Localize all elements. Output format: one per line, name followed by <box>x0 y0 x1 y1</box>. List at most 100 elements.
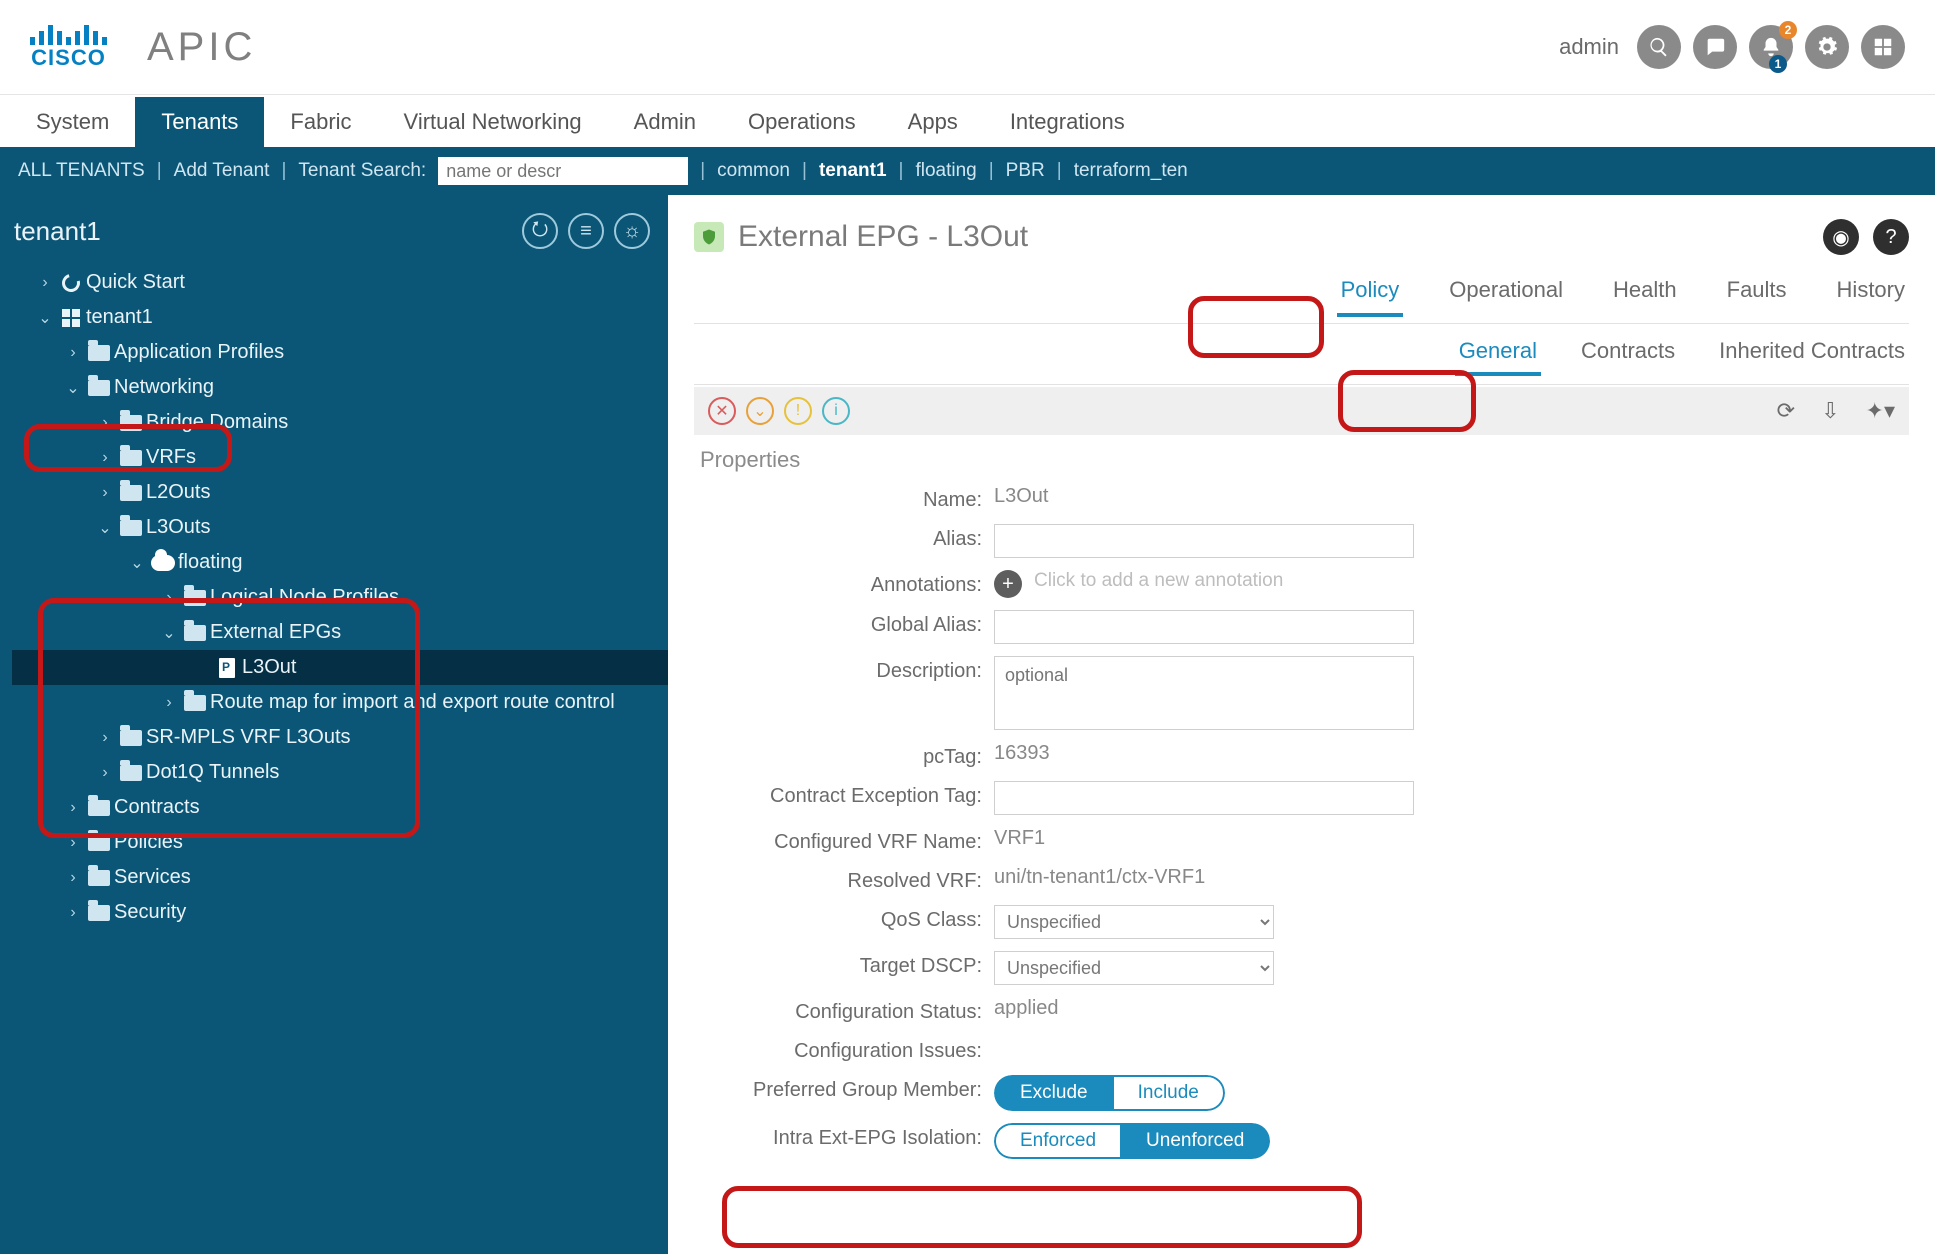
alert-badge-blue: 1 <box>1769 55 1787 73</box>
tree-l3out-leaf[interactable]: L3Out <box>12 650 668 685</box>
lbl-configured-vrf: Configured VRF Name: <box>694 827 994 854</box>
pill-include[interactable]: Include <box>1112 1075 1225 1111</box>
subnav-all-tenants[interactable]: ALL TENANTS <box>18 160 145 182</box>
add-annotation-button[interactable]: + <box>994 570 1022 598</box>
tree-l2outs[interactable]: ›L2Outs <box>12 475 668 510</box>
input-description[interactable] <box>994 656 1414 730</box>
nav-fabric[interactable]: Fabric <box>264 97 377 147</box>
refresh-icon[interactable]: ⟳ <box>1777 398 1795 424</box>
folder-icon <box>184 695 206 711</box>
tools-icon[interactable]: ✦▾ <box>1866 398 1895 424</box>
tab-operational[interactable]: Operational <box>1445 271 1567 317</box>
status-minor-icon[interactable]: ! <box>784 397 812 425</box>
tree-contracts[interactable]: ›Contracts <box>12 790 668 825</box>
tab-contracts[interactable]: Contracts <box>1577 334 1679 376</box>
tree-sr-mpls[interactable]: ›SR-MPLS VRF L3Outs <box>12 720 668 755</box>
current-user[interactable]: admin <box>1559 34 1619 60</box>
tab-faults[interactable]: Faults <box>1723 271 1791 317</box>
folder-icon <box>184 590 206 606</box>
lbl-config-issues: Configuration Issues: <box>694 1036 994 1063</box>
nav-virtual-networking[interactable]: Virtual Networking <box>378 97 608 147</box>
toggle-preferred-group: Exclude Include <box>994 1075 1225 1111</box>
tree-external-epgs[interactable]: ⌄External EPGs <box>12 615 668 650</box>
download-icon[interactable]: ⇩ <box>1821 398 1839 424</box>
help-icon[interactable]: ? <box>1873 219 1909 255</box>
search-icon[interactable] <box>1637 25 1681 69</box>
nav-apps[interactable]: Apps <box>882 97 984 147</box>
tree-quick-start[interactable]: ›Quick Start <box>12 265 668 300</box>
nav-system[interactable]: System <box>10 97 135 147</box>
input-global-alias[interactable] <box>994 610 1414 644</box>
tree-dot1q[interactable]: ›Dot1Q Tunnels <box>12 755 668 790</box>
val-config-status: applied <box>994 997 1059 1020</box>
tree-app-profiles[interactable]: ›Application Profiles <box>12 335 668 370</box>
folder-icon <box>88 870 110 886</box>
shield-icon <box>694 222 724 252</box>
folder-icon <box>120 765 142 781</box>
select-dscp[interactable]: Unspecified <box>994 951 1274 985</box>
product-title: APIC <box>147 25 256 70</box>
tab-general[interactable]: General <box>1455 334 1541 376</box>
tab-health[interactable]: Health <box>1609 271 1681 317</box>
tree-security[interactable]: ›Security <box>12 895 668 930</box>
sidebar-action-2-icon[interactable]: ≡ <box>568 213 604 249</box>
tab-policy[interactable]: Policy <box>1337 271 1404 317</box>
subnav-add-tenant[interactable]: Add Tenant <box>174 160 270 182</box>
bookmark-icon[interactable]: ◉ <box>1823 219 1859 255</box>
subnav-link-floating[interactable]: floating <box>915 160 976 182</box>
toggle-intra-isolation: Enforced Unenforced <box>994 1123 1270 1159</box>
tenant-search-input[interactable] <box>438 157 688 185</box>
folder-icon <box>88 835 110 851</box>
lbl-pctag: pcTag: <box>694 742 994 769</box>
grid-icon <box>62 309 80 327</box>
tree-l3outs[interactable]: ⌄L3Outs <box>12 510 668 545</box>
pill-unenforced[interactable]: Unenforced <box>1120 1123 1270 1159</box>
sidebar-title: tenant1 <box>14 216 101 247</box>
nav-tree: ›Quick Start ⌄tenant1 ›Application Profi… <box>0 259 668 950</box>
nav-admin[interactable]: Admin <box>608 97 722 147</box>
subnav-link-terraform[interactable]: terraform_ten <box>1074 160 1188 182</box>
lbl-qos: QoS Class: <box>694 905 994 932</box>
tree-floating[interactable]: ⌄floating <box>12 545 668 580</box>
nav-integrations[interactable]: Integrations <box>984 97 1151 147</box>
status-info-icon[interactable]: i <box>822 397 850 425</box>
tree-logical-node-profiles[interactable]: ›Logical Node Profiles <box>12 580 668 615</box>
tree-tenant-root[interactable]: ⌄tenant1 <box>12 300 668 335</box>
nav-operations[interactable]: Operations <box>722 97 882 147</box>
lbl-name: Name: <box>694 485 994 512</box>
select-qos[interactable]: Unspecified <box>994 905 1274 939</box>
sidebar-action-3-icon[interactable]: ☼ <box>614 213 650 249</box>
tree-policies[interactable]: ›Policies <box>12 825 668 860</box>
tab-history[interactable]: History <box>1833 271 1909 317</box>
nav-tenants[interactable]: Tenants <box>135 97 264 147</box>
status-critical-icon[interactable]: ✕ <box>708 397 736 425</box>
status-major-icon[interactable]: ⌄ <box>746 397 774 425</box>
input-contract-exception[interactable] <box>994 781 1414 815</box>
chat-icon[interactable] <box>1693 25 1737 69</box>
annotation-hint[interactable]: Click to add a new annotation <box>1034 570 1283 592</box>
tree-vrfs[interactable]: ›VRFs <box>12 440 668 475</box>
folder-icon <box>88 345 110 361</box>
subnav-link-common[interactable]: common <box>717 160 790 182</box>
lbl-annotations: Annotations: <box>694 570 994 597</box>
folder-icon <box>120 415 142 431</box>
tree-bridge-domains[interactable]: ›Bridge Domains <box>12 405 668 440</box>
tree-route-map[interactable]: ›Route map for import and export route c… <box>12 685 668 720</box>
bell-icon[interactable]: 2 1 <box>1749 25 1793 69</box>
sidebar-action-1-icon[interactable]: ⭮ <box>522 213 558 249</box>
subnav-link-pbr[interactable]: PBR <box>1006 160 1045 182</box>
tree-services[interactable]: ›Services <box>12 860 668 895</box>
header-bar: CISCO APIC admin 2 1 <box>0 0 1935 95</box>
tab-inherited-contracts[interactable]: Inherited Contracts <box>1715 334 1909 376</box>
primary-tabs: Policy Operational Health Faults History <box>694 263 1909 324</box>
val-configured-vrf: VRF1 <box>994 827 1045 850</box>
dashboard-icon[interactable] <box>1861 25 1905 69</box>
lbl-resolved-vrf: Resolved VRF: <box>694 866 994 893</box>
sidebar-header: tenant1 ⭮ ≡ ☼ <box>0 195 668 259</box>
tree-networking[interactable]: ⌄Networking <box>12 370 668 405</box>
pill-exclude[interactable]: Exclude <box>994 1075 1112 1111</box>
input-alias[interactable] <box>994 524 1414 558</box>
subnav-link-tenant1[interactable]: tenant1 <box>819 160 887 182</box>
pill-enforced[interactable]: Enforced <box>994 1123 1120 1159</box>
gear-icon[interactable] <box>1805 25 1849 69</box>
